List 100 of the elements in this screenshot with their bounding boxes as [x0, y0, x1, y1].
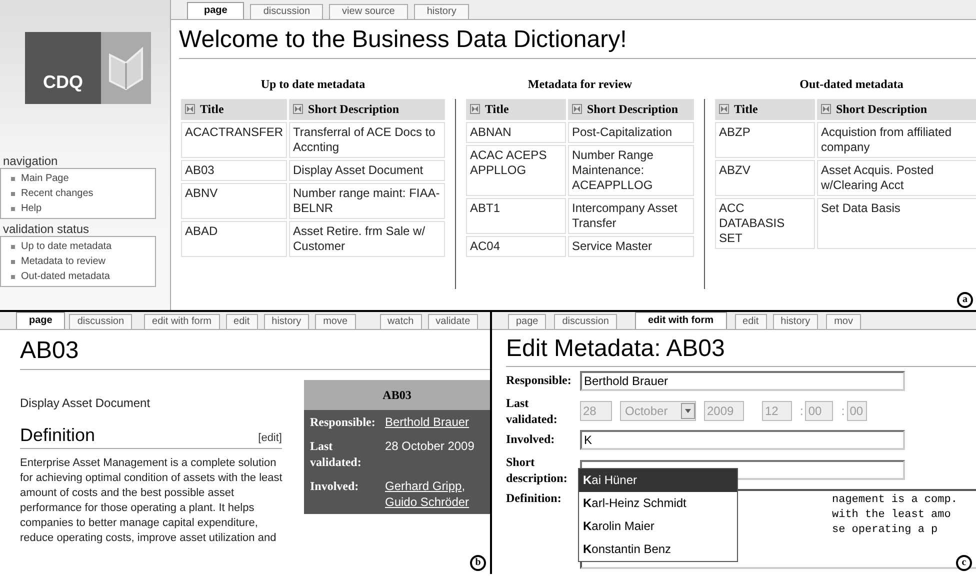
column-header[interactable]: Short Description [568, 99, 694, 120]
table-cell: Number range maint: FIAA-BELNR [289, 183, 445, 219]
person-link[interactable]: Berthold Brauer [385, 414, 470, 430]
bullet-icon [11, 244, 15, 248]
tab[interactable]: discussion [69, 314, 132, 329]
table-cell: ABNV [181, 183, 288, 219]
tab[interactable]: discussion [250, 4, 324, 19]
field-label: Responsible: [506, 372, 572, 389]
book-icon [106, 45, 146, 91]
field-label: Short description: [506, 454, 568, 486]
column-header[interactable]: Title [181, 99, 288, 120]
time-separator: : [800, 402, 804, 420]
page-title: Welcome to the Business Data Dictionary! [179, 25, 976, 59]
sidebar-link[interactable]: Up to date metadata [21, 239, 112, 254]
bullet-icon [11, 192, 15, 196]
definition-paragraph: Enterprise Asset Management is a complete solution for achieving optimal condition of assets with the least amount of costs and the best possible asset performance for those operating a plant. It helps companies to better manage capital expenditure, reduce operating costs, improve asset utilization and [20, 456, 284, 546]
infobox-label: Responsible: [310, 414, 376, 430]
column-label: Short Description [587, 102, 678, 117]
bullet-icon [11, 176, 15, 180]
table-cell: ACAC ACEPS APPLLOG [466, 145, 566, 196]
sort-icon[interactable] [293, 104, 304, 114]
table-cell: ACACTRANSFER [181, 122, 288, 158]
tab[interactable]: watch [380, 314, 422, 329]
sidebar-heading: validation status [2, 222, 90, 236]
text-field[interactable]: K [580, 430, 905, 450]
table-cell: Number Range Maintenance: ACEAPPLLOG [568, 145, 694, 196]
sort-icon[interactable] [821, 104, 831, 114]
sidebar-link[interactable]: Main Page [21, 171, 69, 186]
figure-label: b [470, 555, 486, 571]
table-cell: Transferral of ACE Docs to Accnting [289, 122, 445, 158]
tab[interactable]: mov [826, 314, 861, 329]
tab[interactable]: page [16, 312, 66, 329]
tab[interactable]: view source [329, 4, 408, 19]
sidebar-heading: navigation [2, 154, 59, 168]
time-separator: : [841, 402, 845, 420]
tab[interactable]: discussion [554, 314, 617, 329]
tab[interactable]: validate [428, 314, 478, 329]
column-header[interactable]: Title [715, 99, 815, 120]
sort-icon[interactable] [185, 104, 195, 114]
tab[interactable]: move [315, 314, 356, 329]
person-link[interactable]: Guido Schröder [385, 494, 470, 510]
column-header[interactable]: Title [466, 99, 566, 120]
field-label: Definition: [506, 490, 562, 507]
figure-label: a [957, 292, 973, 308]
sidebar-link[interactable]: Help [21, 201, 42, 216]
tab[interactable]: edit with form [144, 314, 220, 329]
table-cell: ABNAN [466, 122, 566, 143]
table-cell: AB03 [181, 160, 288, 181]
table-heading: Out-dated metadata [798, 77, 904, 91]
tab[interactable]: history [414, 4, 470, 19]
column-label: Short Description [836, 102, 927, 117]
sidebar-link[interactable]: Recent changes [21, 186, 94, 201]
column-header[interactable]: Short Description [289, 99, 445, 120]
table-cell: ABT1 [466, 198, 566, 234]
table-cell: ABAD [181, 221, 288, 257]
tab[interactable]: edit [226, 314, 258, 329]
table-cell: Asset Acquis. Posted w/Clearing Acct [817, 160, 976, 196]
bullet-icon [11, 260, 15, 264]
infobox-title: AB03 [304, 380, 490, 410]
column-label: Title [734, 102, 758, 117]
tab[interactable]: edit [734, 314, 767, 329]
table-cell: Asset Retire. frm Sale w/ Customer [289, 221, 445, 257]
tab[interactable]: history [772, 314, 818, 329]
tab[interactable]: history [264, 314, 310, 329]
column-label: Title [200, 102, 224, 117]
table-cell: Post-Capitalization [568, 122, 694, 143]
suggestion-item[interactable]: Kai Hüner [579, 469, 737, 492]
table-heading: Metadata for review [526, 77, 634, 91]
bullet-icon [11, 206, 15, 210]
infobox-label: Involved: [310, 478, 360, 495]
sidebar-link[interactable]: Out-dated metadata [21, 269, 110, 284]
table-cell: Display Asset Document [289, 160, 445, 181]
page-title: Edit Metadata: AB03 [506, 334, 976, 367]
edit-link[interactable]: [edit] [258, 430, 282, 446]
separator-text: , [462, 478, 466, 494]
person-link[interactable]: Gerhard Gripp [385, 478, 462, 494]
sort-icon[interactable] [572, 104, 582, 114]
summary-text: Display Asset Document [20, 395, 152, 412]
table-cell: Acquistion from affiliated company [817, 122, 976, 158]
field-label: Last validated: [506, 395, 558, 427]
table-cell: ACC DATABASIS SET [715, 198, 815, 249]
bullet-icon [11, 274, 15, 278]
sort-icon[interactable] [719, 104, 729, 114]
page-title: AB03 [20, 336, 490, 370]
table-cell: ABZP [715, 122, 815, 158]
field-label: Involved: [506, 431, 556, 448]
table-cell: Service Master [568, 236, 694, 257]
column-header[interactable]: Short Description [817, 99, 976, 120]
tab[interactable]: page [187, 2, 244, 19]
tab[interactable]: page [508, 314, 546, 329]
sidebar-link[interactable]: Metadata to review [21, 254, 106, 269]
text-field[interactable]: Berthold Brauer [580, 371, 905, 391]
column-label: Title [485, 102, 509, 117]
table-cell: Intercompany Asset Transfer [568, 198, 694, 234]
table-heading: Up to date metadata [260, 77, 366, 91]
column-label: Short Description [308, 102, 400, 117]
section-heading: Definition [20, 424, 96, 446]
infobox-label: Last validated: [310, 438, 362, 470]
sort-icon[interactable] [470, 104, 480, 114]
tab[interactable]: edit with form [634, 312, 727, 329]
